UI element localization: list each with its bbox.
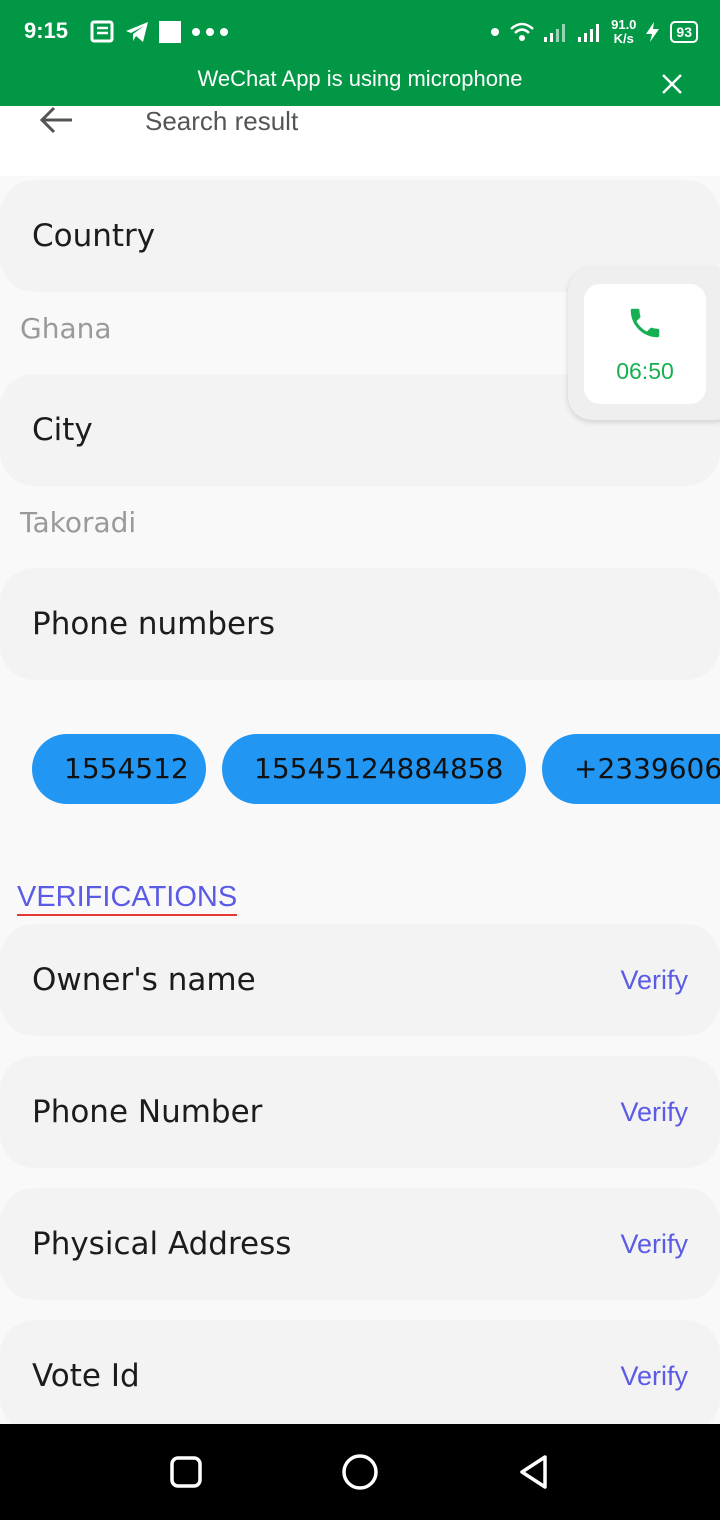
phone-numbers-label: Phone numbers [32, 606, 276, 642]
dot-icon [491, 28, 500, 36]
verify-item-label: Phone Number [32, 1094, 263, 1130]
city-value: Takoradi [20, 506, 137, 539]
verify-item-label: Owner's name [32, 962, 256, 998]
verify-item-label: Physical Address [32, 1226, 292, 1262]
call-timer: 06:50 [616, 358, 674, 384]
verify-owner-name-button[interactable]: Verify [620, 924, 688, 1036]
network-speed-unit: K/s [613, 31, 634, 46]
close-icon[interactable] [660, 72, 684, 96]
network-speed: 91.0 K/s [611, 18, 636, 46]
verify-physical-address-row: Physical Address Verify [0, 1188, 720, 1300]
network-speed-value: 91.0 [611, 17, 637, 32]
status-bar: 9:15 91.0 K/s 93 WeChat App is using mic… [0, 0, 720, 106]
phone-chip-list: 1554512 15545124884858 +2339606 [32, 734, 720, 804]
call-widget-inner[interactable]: 06:50 [584, 284, 706, 404]
phone-numbers-card: Phone numbers [0, 568, 720, 680]
microphone-notice: WeChat App is using microphone [197, 66, 523, 91]
back-arrow-icon[interactable] [38, 106, 74, 136]
verify-physical-address-button[interactable]: Verify [620, 1188, 688, 1300]
verify-owner-name-row: Owner's name Verify [0, 924, 720, 1036]
verify-vote-id-row: Vote Id Verify [0, 1320, 720, 1432]
signal-icon [544, 24, 566, 42]
page-title: Search result [145, 106, 299, 136]
wifi-icon [510, 22, 534, 41]
square-app-icon [159, 21, 181, 43]
battery-indicator: 93 [670, 21, 698, 43]
verifications-heading[interactable]: VERIFICATIONS [17, 880, 238, 916]
verify-phone-number-button[interactable]: Verify [620, 1056, 688, 1168]
country-label: Country [32, 218, 156, 254]
system-nav-bar [0, 1424, 720, 1520]
phone-chip[interactable]: 1554512 [32, 734, 206, 804]
verify-phone-number-row: Phone Number Verify [0, 1056, 720, 1168]
city-label: City [32, 412, 93, 448]
recents-square-icon[interactable] [166, 1452, 206, 1492]
charging-icon [646, 22, 660, 42]
floating-call-widget[interactable]: 06:50 [568, 268, 720, 420]
country-value: Ghana [20, 312, 112, 345]
more-notifications-icon [192, 28, 228, 36]
verify-vote-id-button[interactable]: Verify [620, 1320, 688, 1432]
phone-chip[interactable]: 15545124884858 [222, 734, 526, 804]
status-time: 9:15 [24, 18, 69, 43]
verify-item-label: Vote Id [32, 1358, 140, 1394]
news-icon [90, 20, 114, 43]
phone-chip[interactable]: +2339606 [542, 734, 720, 804]
back-triangle-icon[interactable] [514, 1452, 554, 1492]
notification-icons [90, 18, 230, 46]
status-icons: 91.0 K/s 93 [489, 14, 698, 50]
signal-icon-2 [578, 24, 600, 42]
app-bar: Search result [0, 106, 720, 176]
phone-icon [630, 308, 660, 338]
telegram-icon [126, 22, 148, 42]
home-circle-icon[interactable] [340, 1452, 380, 1492]
